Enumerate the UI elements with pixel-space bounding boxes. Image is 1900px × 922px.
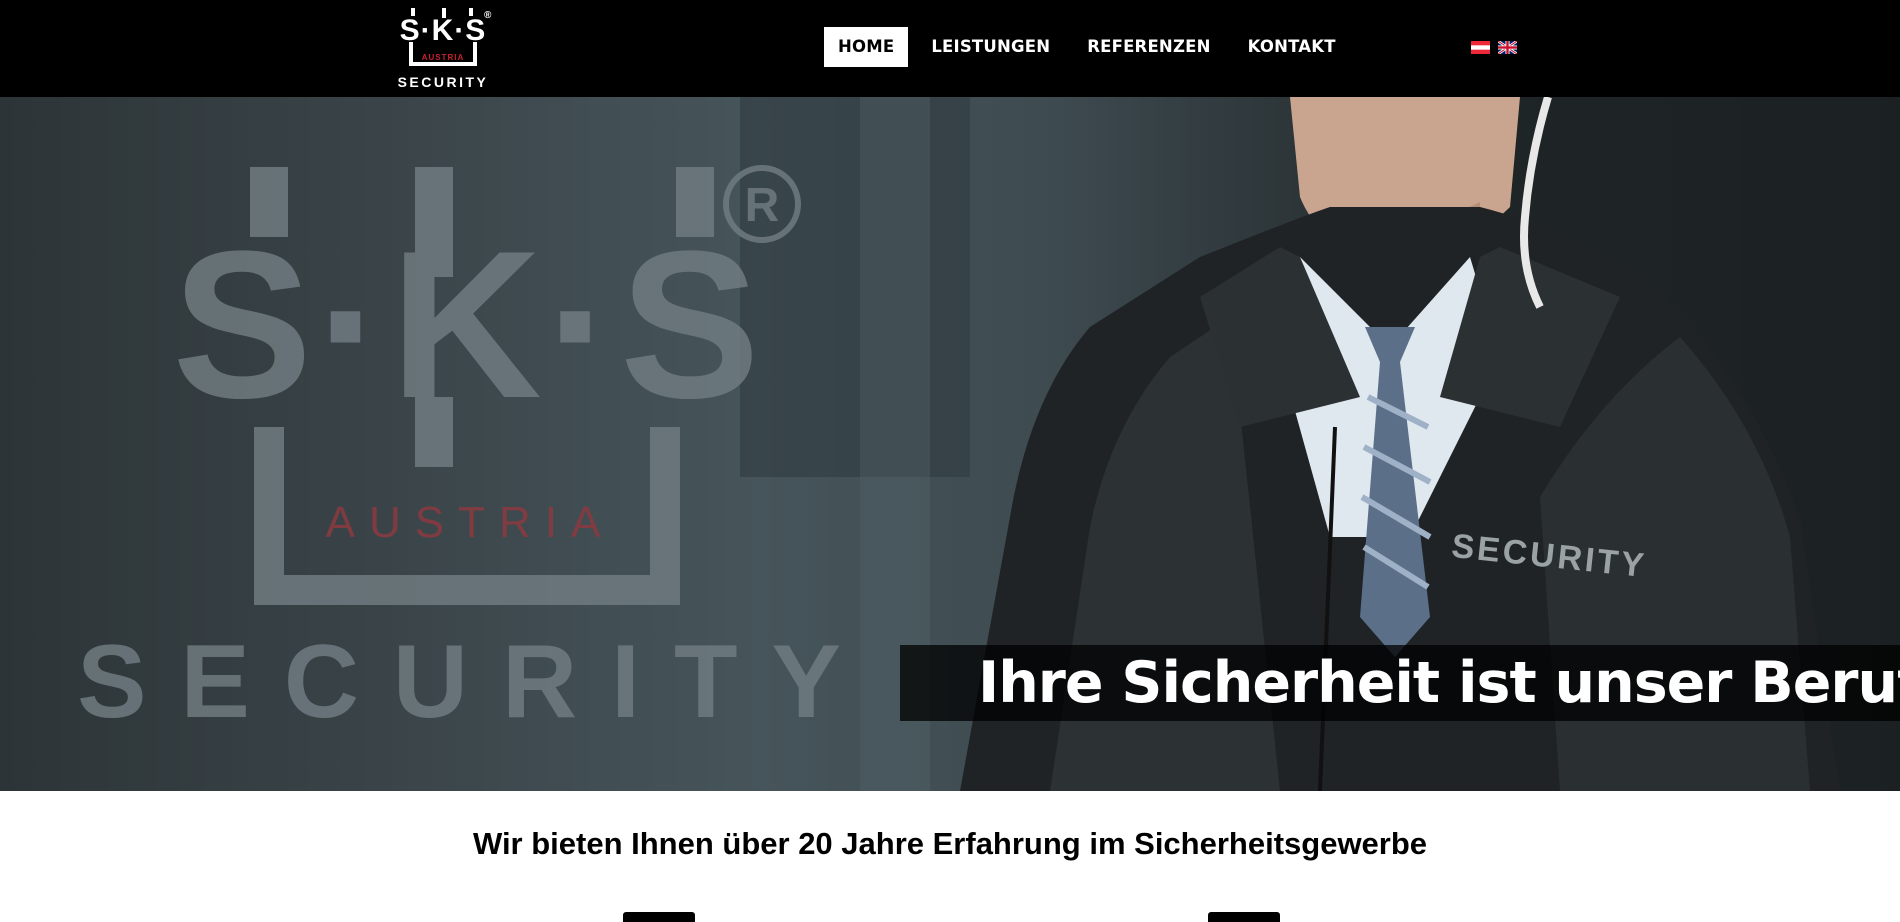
sks-security-logo[interactable]: S·K·S AUSTRIA SECURITY ® <box>384 4 502 92</box>
hero-tagline: Ihre Sicherheit ist unser Beruf! <box>978 650 1900 716</box>
site-header: S·K·S AUSTRIA SECURITY ® HOME LEISTUNGEN… <box>0 0 1900 97</box>
main-nav: HOME LEISTUNGEN REFERENZEN KONTAKT <box>824 27 1359 67</box>
nav-leistungen[interactable]: LEISTUNGEN <box>917 27 1064 67</box>
svg-text:AUSTRIA: AUSTRIA <box>326 498 615 547</box>
svg-text:SECURITY: SECURITY <box>77 624 875 740</box>
svg-text:R: R <box>745 179 780 232</box>
austria-flag-icon[interactable] <box>1471 41 1490 54</box>
nav-kontakt[interactable]: KONTAKT <box>1234 27 1350 67</box>
svg-text:S·K·S: S·K·S <box>172 207 764 442</box>
feature-icon-box <box>1208 912 1280 922</box>
feature-icon-box <box>623 912 695 922</box>
language-switcher <box>1471 41 1517 54</box>
uk-flag-icon[interactable] <box>1498 41 1517 54</box>
hero-banner: S·K·S AUSTRIA R SECURITY SECURITY Ihre S… <box>0 97 1900 791</box>
svg-text:SECURITY: SECURITY <box>398 74 489 90</box>
svg-text:®: ® <box>484 10 492 21</box>
nav-referenzen[interactable]: REFERENZEN <box>1073 27 1224 67</box>
svg-text:AUSTRIA: AUSTRIA <box>422 53 465 62</box>
nav-home[interactable]: HOME <box>824 27 909 67</box>
intro-heading: Wir bieten Ihnen über 20 Jahre Erfahrung… <box>472 826 1428 861</box>
